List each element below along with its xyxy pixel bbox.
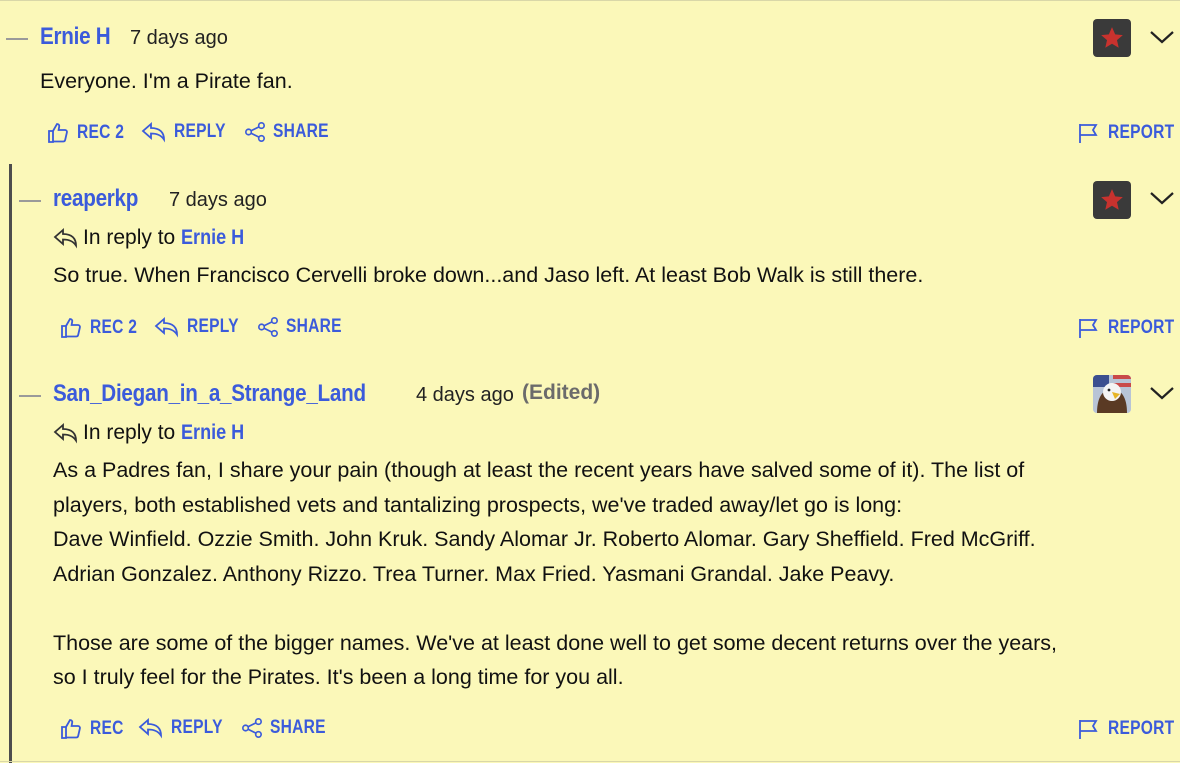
rec-label: REC 2 <box>77 122 125 143</box>
share-icon <box>258 317 278 337</box>
edited-label: (Edited) <box>522 381 601 404</box>
comment-body-line: so I truly feel for the Pirates. It's be… <box>53 665 624 689</box>
share-label: SHARE <box>270 717 326 738</box>
reply-arrow-icon <box>154 317 178 338</box>
avatar[interactable] <box>1093 19 1131 57</box>
collapse-dash[interactable] <box>19 200 41 202</box>
reply-label: REPLY <box>187 316 239 337</box>
report-button[interactable]: REPORT <box>1077 717 1180 741</box>
comment-body: So true. When Francisco Cervelli broke d… <box>53 258 923 293</box>
report-label: REPORT <box>1108 317 1175 338</box>
in-reply-author-link[interactable]: Ernie H <box>181 226 244 250</box>
comment-timestamp: 7 days ago <box>130 27 228 49</box>
thumbs-up-icon <box>61 719 81 739</box>
eagle-flag-avatar-icon <box>1093 375 1131 413</box>
reply-button[interactable]: REPLY <box>138 717 234 739</box>
reply-arrow-icon <box>53 423 77 444</box>
comment-body: As a Padres fan, I share your pain (thou… <box>53 453 1173 695</box>
report-label: REPORT <box>1108 718 1175 739</box>
report-button[interactable]: REPORT <box>1077 316 1180 340</box>
reply-arrow-icon <box>141 122 165 143</box>
in-reply-to: In reply to Ernie H <box>53 226 255 250</box>
reply-label: REPLY <box>171 717 223 738</box>
comment-author[interactable]: reaperkp <box>53 185 138 213</box>
in-reply-prefix: In reply to <box>83 226 176 249</box>
reply-button[interactable]: REPLY <box>154 316 250 338</box>
comment-timestamp: 4 days ago <box>416 384 514 406</box>
comment-body-line: Dave Winfield. Ozzie Smith. John Kruk. S… <box>53 527 1036 551</box>
share-label: SHARE <box>286 316 342 337</box>
share-icon <box>245 122 265 142</box>
comment-timestamp: 7 days ago <box>169 189 267 211</box>
comment-body: Everyone. I'm a Pirate fan. <box>40 64 293 99</box>
rec-label: REC 2 <box>90 317 138 338</box>
in-reply-author-link[interactable]: Ernie H <box>181 421 244 445</box>
comment-body-line: As a Padres fan, I share your pain (thou… <box>53 458 1025 482</box>
flag-icon <box>1079 124 1098 143</box>
rec-button[interactable]: REC 2 <box>59 316 147 340</box>
avatar[interactable] <box>1093 375 1131 413</box>
thumbs-up-icon <box>48 123 68 143</box>
reply-arrow-icon <box>138 718 162 739</box>
rec-button[interactable]: REC 2 <box>46 121 134 145</box>
comment-author[interactable]: San_Diegan_in_a_Strange_Land <box>53 380 366 408</box>
rec-label: REC <box>90 718 124 739</box>
flag-icon <box>1079 720 1098 739</box>
comment-thread: Ernie H 7 days ago Everyone. I'm a Pirat… <box>0 0 1180 763</box>
collapse-dash[interactable] <box>19 395 41 397</box>
comment-body-line: Adrian Gonzalez. Anthony Rizzo. Trea Tur… <box>53 561 895 586</box>
share-button[interactable]: SHARE <box>244 121 341 143</box>
share-icon <box>242 718 262 738</box>
comment-author[interactable]: Ernie H <box>40 23 111 51</box>
chevron-down-icon[interactable] <box>1148 27 1176 47</box>
flag-icon <box>1079 319 1098 338</box>
reply-label: REPLY <box>174 121 226 142</box>
reply-arrow-icon <box>53 228 77 249</box>
chevron-down-icon[interactable] <box>1148 383 1176 403</box>
comment-body-line: Everyone. I'm a Pirate fan. <box>40 69 293 93</box>
comment-body-line: So true. When Francisco Cervelli broke d… <box>53 263 924 287</box>
red-star-icon <box>1101 27 1123 48</box>
comment-body-blank-line <box>53 591 1173 626</box>
comment-body-line: players, both established vets and tanta… <box>53 492 903 517</box>
in-reply-to: In reply to Ernie H <box>53 421 255 445</box>
share-button[interactable]: SHARE <box>257 316 354 338</box>
share-label: SHARE <box>273 121 329 142</box>
share-button[interactable]: SHARE <box>241 717 338 739</box>
red-star-icon <box>1101 189 1123 210</box>
reply-button[interactable]: REPLY <box>141 121 237 143</box>
report-button[interactable]: REPORT <box>1077 121 1180 145</box>
avatar[interactable] <box>1093 181 1131 219</box>
chevron-down-icon[interactable] <box>1148 188 1176 208</box>
rec-button[interactable]: REC <box>59 717 131 741</box>
collapse-dash[interactable] <box>6 38 28 40</box>
thread-line <box>9 164 12 763</box>
report-label: REPORT <box>1108 122 1175 143</box>
comment-body-line: Those are some of the bigger names. We'v… <box>53 630 1057 655</box>
thumbs-up-icon <box>61 318 81 338</box>
in-reply-prefix: In reply to <box>83 421 176 444</box>
